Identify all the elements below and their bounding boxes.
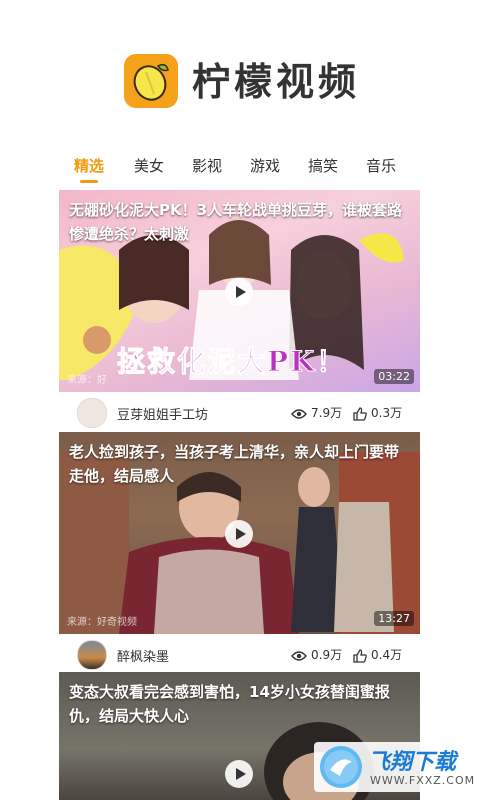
watermark-logo-icon [320, 746, 362, 788]
like-count[interactable]: 0.3万 [353, 404, 402, 421]
thumbnail-overlay-text: 拯救化泥大PK！ [116, 345, 347, 379]
app-header: 柠檬视频 [0, 0, 480, 150]
watermark-url: WWW.FXXZ.COM [370, 774, 476, 787]
thumbs-up-icon [353, 648, 367, 663]
watermark-name: 飞翔下载 [368, 750, 457, 775]
video-meta: 醉枫染墨 0.9万 0.4万 [59, 634, 420, 674]
video-thumbnail[interactable]: 无硼砂化泥大PK！3人车轮战单挑豆芽，谁被套路惨遭绝杀？太刺激 拯救化泥大PK！… [59, 190, 420, 392]
lemon-logo-icon [124, 54, 178, 108]
app-title: 柠檬视频 [192, 60, 361, 104]
play-icon[interactable] [225, 520, 253, 548]
video-card[interactable]: 无硼砂化泥大PK！3人车轮战单挑豆芽，谁被套路惨遭绝杀？太刺激 拯救化泥大PK！… [59, 190, 420, 432]
video-source: 来源：好奇视频 [67, 617, 137, 628]
video-meta: 豆芽姐姐手工坊 7.9万 0.3万 [59, 392, 420, 432]
category-tabs: 精选 美女 影视 游戏 搞笑 音乐 [74, 155, 434, 185]
view-count: 0.9万 [291, 646, 342, 663]
video-card[interactable]: 老人捡到孩子，当孩子考上清华，亲人却上门要带走他，结局感人 来源：好奇视频 13… [59, 432, 420, 672]
tab-games[interactable]: 游戏 [250, 155, 280, 176]
author-name[interactable]: 豆芽姐姐手工坊 [117, 404, 208, 423]
play-icon[interactable] [225, 760, 253, 788]
tab-beauty[interactable]: 美女 [134, 155, 164, 176]
author-name[interactable]: 醉枫染墨 [117, 646, 169, 665]
like-count[interactable]: 0.4万 [353, 646, 402, 663]
video-title: 变态大叔看完会感到害怕，14岁小女孩替闺蜜报仇，结局大快人心 [69, 683, 390, 725]
tab-funny[interactable]: 搞笑 [308, 155, 338, 176]
site-watermark: 飞翔下载 WWW.FXXZ.COM [314, 742, 476, 792]
active-tab-indicator [80, 180, 98, 183]
play-icon[interactable] [225, 278, 253, 306]
video-duration: 03:22 [374, 369, 414, 384]
avatar[interactable] [77, 398, 107, 428]
video-title: 老人捡到孩子，当孩子考上清华，亲人却上门要带走他，结局感人 [69, 443, 400, 485]
view-count-value: 0.9万 [311, 648, 343, 662]
view-count: 7.9万 [291, 404, 342, 421]
eye-icon [291, 408, 307, 419]
view-count-value: 7.9万 [311, 406, 343, 420]
video-thumbnail[interactable]: 老人捡到孩子，当孩子考上清华，亲人却上门要带走他，结局感人 来源：好奇视频 13… [59, 432, 420, 634]
eye-icon [291, 650, 307, 661]
video-title: 无硼砂化泥大PK！3人车轮战单挑豆芽，谁被套路惨遭绝杀？太刺激 [69, 201, 403, 243]
like-count-value: 0.4万 [371, 648, 403, 662]
video-source: 来源：好 [67, 375, 107, 386]
avatar[interactable] [77, 640, 107, 670]
tab-movies[interactable]: 影视 [192, 155, 222, 176]
thumbs-up-icon [353, 406, 367, 421]
video-duration: 13:27 [374, 611, 414, 626]
tab-music[interactable]: 音乐 [366, 155, 396, 176]
like-count-value: 0.3万 [371, 406, 403, 420]
tab-featured[interactable]: 精选 [74, 155, 104, 176]
